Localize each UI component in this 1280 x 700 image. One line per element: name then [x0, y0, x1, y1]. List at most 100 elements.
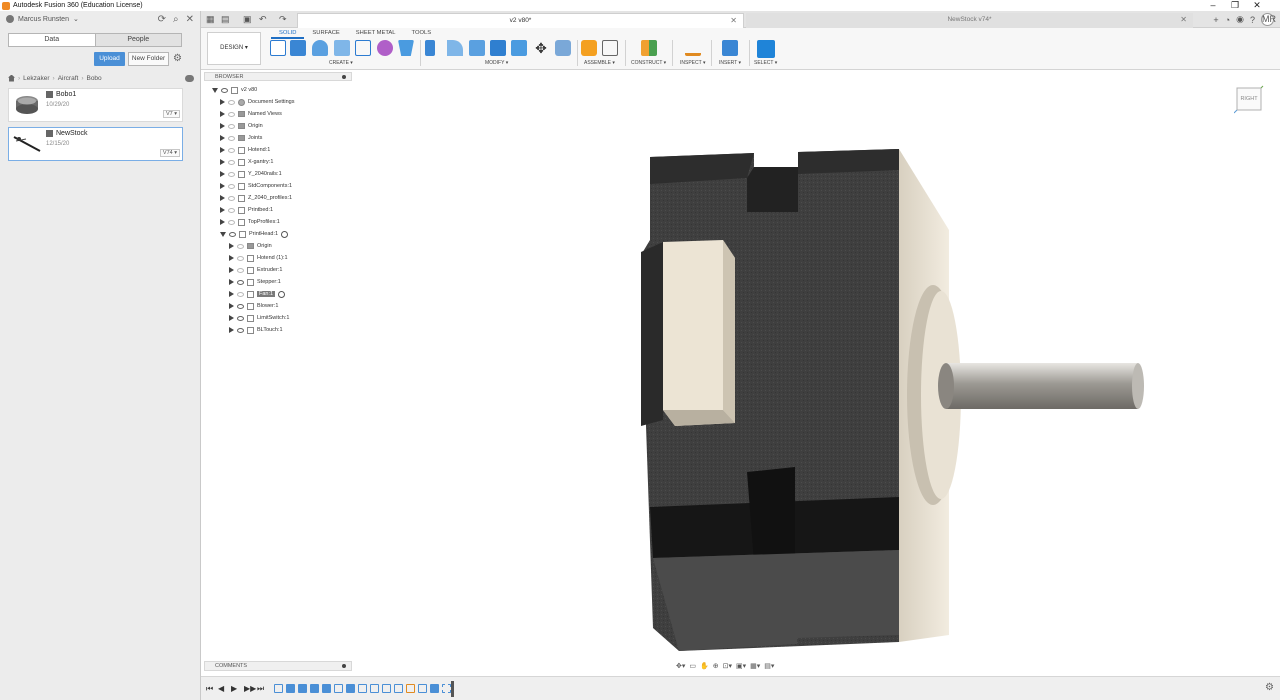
tree-child[interactable]: Origin: [229, 240, 272, 252]
help-icon[interactable]: ?: [1250, 15, 1255, 25]
tree-item[interactable]: Printbed:1: [220, 204, 273, 216]
fit-icon[interactable]: ⊡▾: [723, 662, 732, 670]
eye-icon[interactable]: [221, 87, 228, 93]
timeline-feature[interactable]: [406, 684, 415, 693]
expand-triangle-icon[interactable]: [220, 207, 225, 213]
browser-root[interactable]: v2 v80: [212, 84, 257, 96]
construct-menu[interactable]: CONSTRUCT ▾: [631, 60, 666, 66]
eye-icon[interactable]: [228, 219, 235, 225]
save-icon[interactable]: ▣: [243, 14, 252, 25]
tab-data[interactable]: Data: [9, 34, 95, 46]
version-badge[interactable]: V7 ▾: [162, 110, 180, 118]
undo-icon[interactable]: ↶: [259, 14, 267, 25]
breadcrumb-item[interactable]: Bobo: [86, 75, 101, 82]
new-tab-icon[interactable]: +: [1213, 15, 1218, 25]
job-status-icon[interactable]: ◔: [1225, 15, 1230, 25]
eye-icon[interactable]: [228, 171, 235, 177]
minimize-button[interactable]: –: [1202, 0, 1224, 10]
redo-icon[interactable]: ↷: [279, 14, 287, 25]
eye-icon[interactable]: [228, 123, 235, 129]
tree-child[interactable]: Blower:1: [229, 300, 278, 312]
tree-child[interactable]: Fan:1: [229, 288, 286, 300]
file-card[interactable]: Bobo1 10/29/20 V7 ▾: [8, 88, 183, 122]
avatar[interactable]: MR: [1261, 13, 1276, 26]
pan-icon[interactable]: ✋: [700, 662, 709, 670]
breadcrumb-item[interactable]: Lekzaker: [23, 75, 49, 82]
eye-icon[interactable]: [237, 327, 244, 333]
view-cube[interactable]: RIGHT: [1233, 84, 1264, 114]
tree-child[interactable]: BLTouch:1: [229, 324, 283, 336]
refresh-icon[interactable]: ⟳: [158, 14, 166, 25]
expand-triangle-icon[interactable]: [229, 327, 234, 333]
tree-child[interactable]: Hotend (1):1: [229, 252, 288, 264]
play-icon[interactable]: ▶: [231, 684, 237, 693]
modify-menu[interactable]: MODIFY ▾: [485, 60, 508, 66]
insert-image-icon[interactable]: [722, 40, 738, 56]
expand-triangle-icon[interactable]: [220, 195, 225, 201]
file-menu-icon[interactable]: ▤: [221, 14, 230, 25]
close-icon[interactable]: ✕: [186, 14, 194, 25]
tree-item[interactable]: X-gantry:1: [220, 156, 273, 168]
tab-people[interactable]: People: [94, 34, 181, 46]
form-icon[interactable]: [377, 40, 393, 56]
upload-button[interactable]: Upload: [94, 52, 125, 66]
timeline-feature[interactable]: [382, 684, 391, 693]
expand-triangle-icon[interactable]: [220, 231, 226, 237]
fillet-icon[interactable]: [447, 40, 463, 56]
grid-settings-icon[interactable]: ▦▾: [750, 662, 760, 670]
file-card[interactable]: NewStock 12/15/20 V74 ▾: [8, 127, 183, 161]
joint-icon[interactable]: [602, 40, 618, 56]
gear-icon[interactable]: ⚙: [173, 52, 182, 66]
tab-surface[interactable]: SURFACE: [304, 29, 347, 39]
tree-child[interactable]: LimitSwitch:1: [229, 312, 289, 324]
close-tab-icon[interactable]: ✕: [1180, 13, 1187, 27]
shell-icon[interactable]: [490, 40, 506, 56]
expand-triangle-icon[interactable]: [220, 135, 225, 141]
expand-triangle-icon[interactable]: [220, 183, 225, 189]
eye-icon[interactable]: [229, 231, 236, 237]
offset-plane-icon[interactable]: [641, 40, 657, 56]
timeline-feature[interactable]: [298, 684, 307, 693]
timeline-feature[interactable]: [286, 684, 295, 693]
eye-icon[interactable]: [228, 135, 235, 141]
tree-child[interactable]: Stepper:1: [229, 276, 281, 288]
expand-triangle-icon[interactable]: [229, 243, 234, 249]
activate-radio-icon[interactable]: [278, 290, 286, 298]
eye-icon[interactable]: [237, 279, 244, 285]
tree-item[interactable]: Named Views: [220, 108, 282, 120]
timeline-feature[interactable]: [442, 684, 451, 693]
timeline-feature[interactable]: [334, 684, 343, 693]
chevron-down-icon[interactable]: ⌄: [73, 15, 79, 23]
breadcrumb-item[interactable]: Aircraft: [58, 75, 79, 82]
eye-icon[interactable]: [237, 243, 244, 249]
align-icon[interactable]: [555, 40, 571, 56]
expand-triangle-icon[interactable]: [220, 159, 225, 165]
3d-viewport[interactable]: RIGHT: [201, 70, 1280, 676]
expand-triangle-icon[interactable]: [220, 171, 225, 177]
step-back-icon[interactable]: ◀: [218, 684, 224, 693]
revolve-icon[interactable]: [312, 40, 328, 56]
search-icon[interactable]: ⌕: [173, 14, 179, 25]
select-menu[interactable]: SELECT ▾: [754, 60, 777, 66]
create-menu[interactable]: CREATE ▾: [329, 60, 353, 66]
eye-icon[interactable]: [228, 159, 235, 165]
timeline-feature[interactable]: [394, 684, 403, 693]
timeline-feature[interactable]: [358, 684, 367, 693]
eye-icon[interactable]: [237, 315, 244, 321]
timeline-feature[interactable]: [274, 684, 283, 693]
close-window-button[interactable]: ✕: [1246, 0, 1268, 10]
version-badge[interactable]: V74 ▾: [159, 149, 180, 157]
eye-icon[interactable]: [228, 111, 235, 117]
tree-item[interactable]: PrintHead:1: [220, 228, 289, 240]
restore-button[interactable]: ❐: [1224, 0, 1246, 10]
eye-icon[interactable]: [228, 207, 235, 213]
eye-icon[interactable]: [237, 267, 244, 273]
expand-triangle-icon[interactable]: [229, 315, 234, 321]
chamfer-icon[interactable]: [469, 40, 485, 56]
go-to-end-icon[interactable]: ⏭: [257, 684, 264, 694]
extrude-icon[interactable]: [290, 40, 306, 56]
eye-icon[interactable]: [228, 183, 235, 189]
comments-panel[interactable]: COMMENTS: [204, 661, 352, 671]
expand-triangle-icon[interactable]: [212, 87, 218, 93]
eye-icon[interactable]: [228, 195, 235, 201]
